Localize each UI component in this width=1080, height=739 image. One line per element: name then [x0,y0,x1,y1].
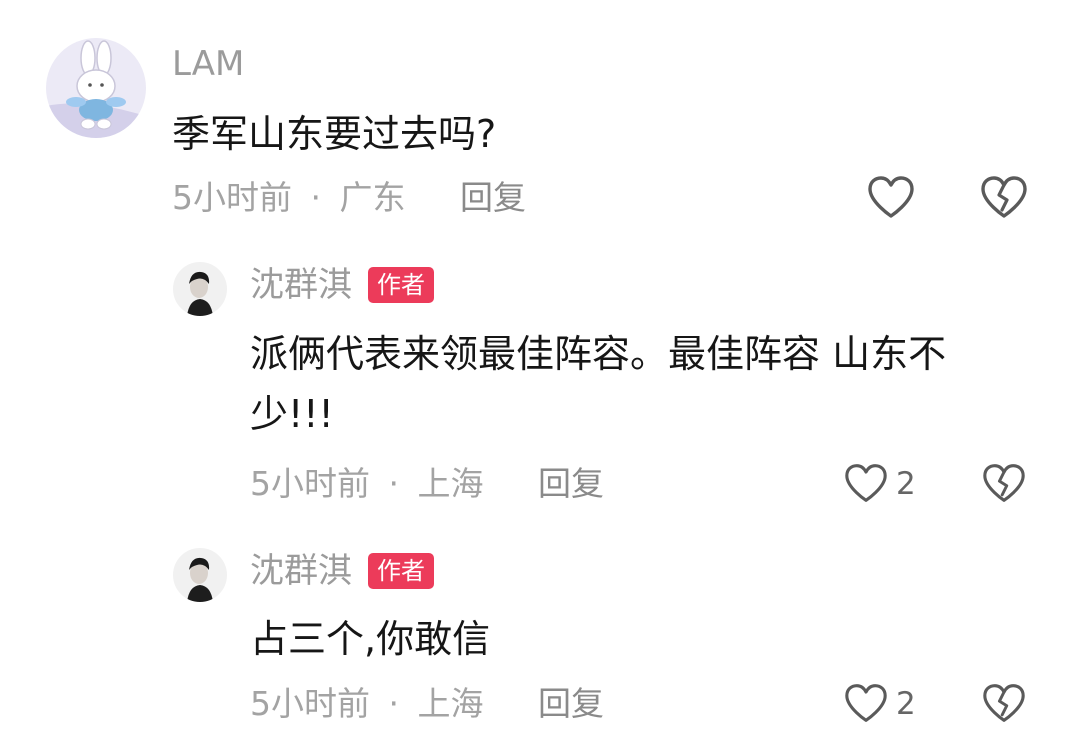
dislike-button[interactable] [981,682,1027,724]
comment-text-line: 少!!! [250,392,334,436]
comment-meta: 5小时前 · 上海 [250,684,484,724]
author-badge: 作者 [368,553,434,589]
like-count: 2 [896,466,916,502]
comment-location: 上海 [417,464,484,503]
comment-time: 5小时前 [250,684,370,723]
author-portrait-avatar-icon [173,262,227,316]
comment-meta: 5小时前 · 广东 [172,178,406,218]
like-button[interactable] [843,462,889,504]
like-button[interactable] [866,174,916,220]
comment-text-line: 派俩代表来领最佳阵容。最佳阵容 山东不 [250,332,947,376]
like-button[interactable] [843,682,889,724]
username[interactable]: 沈群淇 [250,265,352,305]
reply-button[interactable]: 回复 [538,684,604,724]
comment-meta: 5小时前 · 上海 [250,464,484,504]
author-portrait-avatar-icon [173,548,227,602]
user-avatar[interactable] [46,38,146,138]
comment-text: 占三个,你敢信 [250,617,491,661]
comment-location: 上海 [417,684,484,723]
heart-outline-icon [845,684,887,722]
comment-item: LAM 季军山东要过去吗? 5小时前 · 广东 回复 [0,0,1080,240]
reply-button[interactable]: 回复 [460,178,526,218]
comment-time: 5小时前 [250,464,370,503]
reply-button[interactable]: 回复 [538,464,604,504]
dislike-button[interactable] [981,462,1027,504]
like-count: 2 [896,686,916,722]
username[interactable]: 沈群淇 [250,551,352,591]
dislike-button[interactable] [979,174,1029,220]
broken-heart-icon [983,464,1025,502]
meta-separator: · [310,178,322,217]
meta-separator: · [388,684,400,723]
user-avatar[interactable] [173,262,227,316]
username[interactable]: LAM [172,44,244,84]
reply-item: 沈群淇 作者 占三个,你敢信 5小时前 · 上海 回复 2 [0,530,1080,739]
broken-heart-icon [981,176,1027,218]
comment-text: 派俩代表来领最佳阵容。最佳阵容 山东不 少!!! [250,324,1050,444]
broken-heart-icon [983,684,1025,722]
user-avatar[interactable] [173,548,227,602]
author-badge: 作者 [368,267,434,303]
meta-separator: · [388,464,400,503]
comment-location: 广东 [339,178,406,217]
comment-time: 5小时前 [172,178,292,217]
bunny-avatar-icon [46,38,146,138]
heart-outline-icon [868,176,914,218]
heart-outline-icon [845,464,887,502]
comment-text: 季军山东要过去吗? [172,112,497,156]
reply-item: 沈群淇 作者 派俩代表来领最佳阵容。最佳阵容 山东不 少!!! 5小时前 · 上… [0,240,1080,530]
